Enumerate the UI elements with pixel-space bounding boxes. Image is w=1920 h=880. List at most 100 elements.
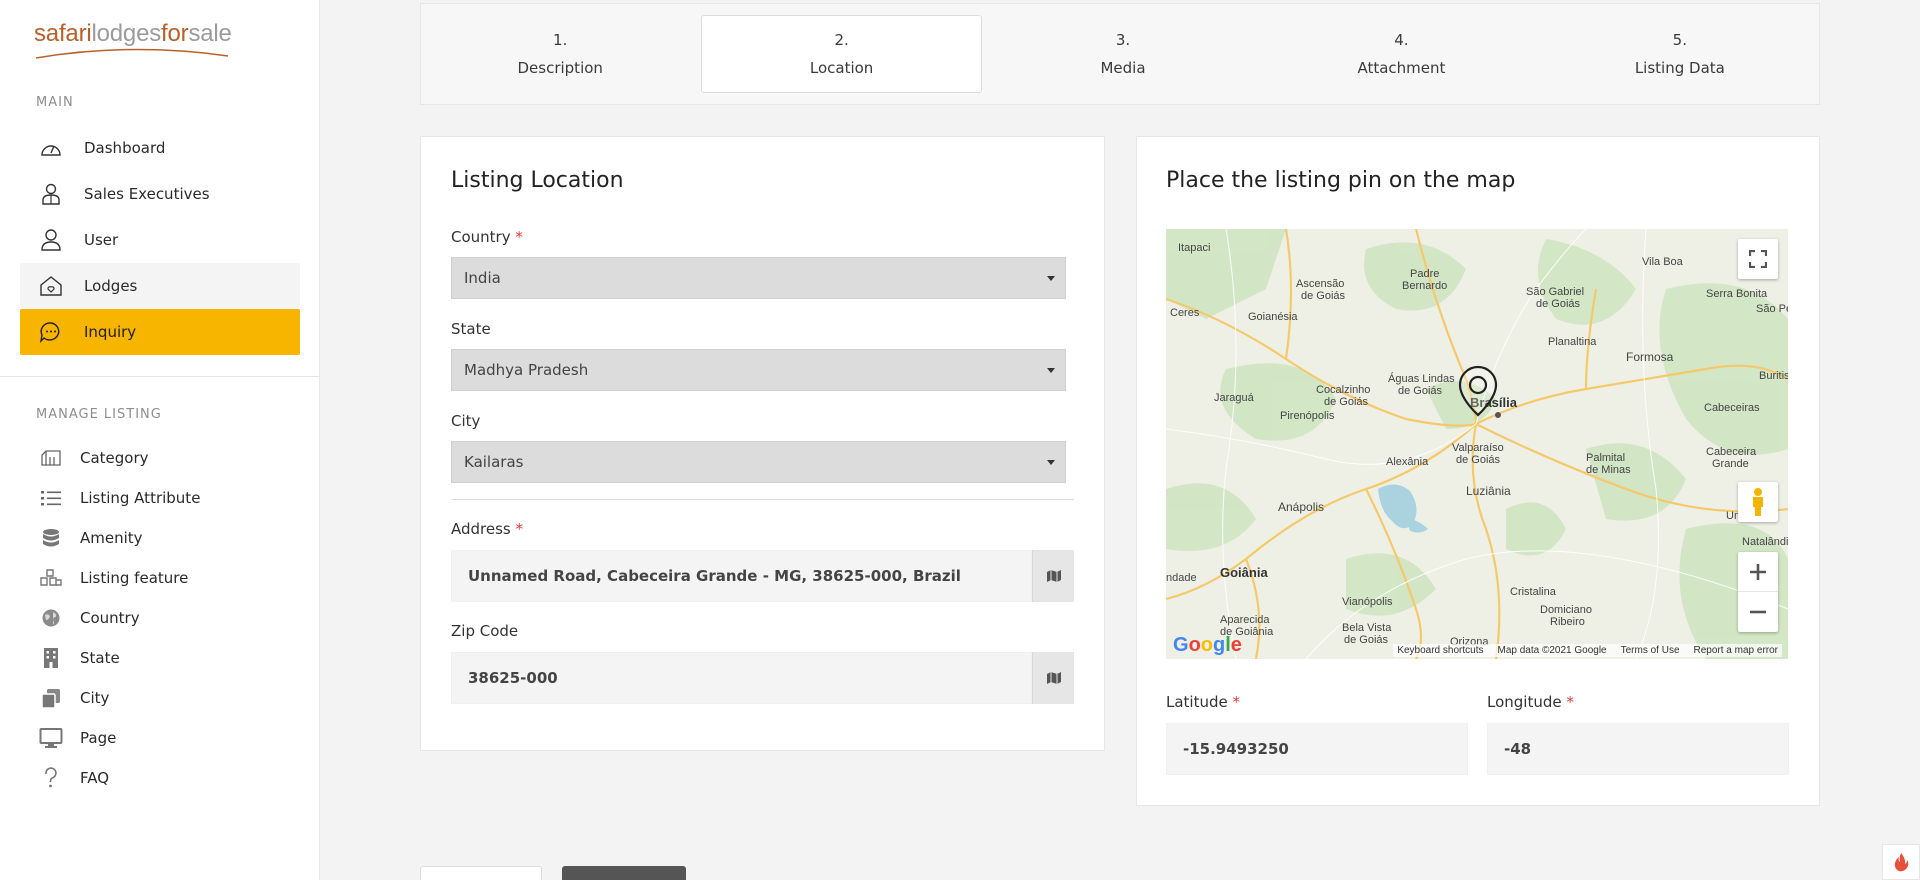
sidebar-item-label: City	[80, 689, 110, 707]
latitude-label-text: Latitude	[1166, 693, 1228, 711]
monitor-icon	[38, 725, 64, 751]
step-listing-data[interactable]: 5. Listing Data	[1541, 15, 1819, 93]
svg-text:Grande: Grande	[1712, 458, 1749, 470]
cubes-icon	[38, 565, 64, 591]
zoom-in-button[interactable]	[1738, 552, 1778, 592]
address-label-text: Address	[451, 520, 511, 538]
step-label: Attachment	[1357, 59, 1446, 77]
required-mark: *	[1566, 693, 1574, 711]
map-icon	[1046, 672, 1061, 684]
step-attachment[interactable]: 4. Attachment	[1262, 15, 1540, 93]
sidebar-item-amenity[interactable]: Amenity	[20, 518, 300, 558]
sidebar-item-lodges[interactable]: Lodges	[20, 263, 300, 309]
sidebar-item-sales-executives[interactable]: Sales Executives	[20, 171, 300, 217]
step-label: Location	[809, 59, 874, 77]
latitude-input[interactable]: -15.9493250	[1166, 723, 1468, 775]
svg-text:Bela Vista: Bela Vista	[1342, 622, 1392, 634]
map-icon	[1046, 570, 1061, 582]
previous-button[interactable]	[420, 866, 542, 880]
svg-text:de Goiás: de Goiás	[1301, 290, 1346, 302]
zoom-out-button[interactable]	[1738, 592, 1778, 632]
fullscreen-button[interactable]	[1738, 239, 1778, 279]
required-mark: *	[515, 228, 523, 246]
chat-bubble-icon	[38, 319, 64, 345]
caret-down-icon	[1047, 460, 1055, 465]
svg-text:Pirenópolis: Pirenópolis	[1280, 410, 1335, 422]
longitude-label-text: Longitude	[1487, 693, 1562, 711]
sidebar-item-dashboard[interactable]: Dashboard	[20, 125, 300, 171]
sidebar-item-page[interactable]: Page	[20, 718, 300, 758]
google-logo[interactable]: Google	[1173, 634, 1242, 657]
svg-text:Ascensão: Ascensão	[1296, 278, 1344, 290]
city-select-value: Kailaras	[464, 453, 524, 471]
sidebar-item-label: State	[80, 649, 120, 667]
address-input[interactable]: Unnamed Road, Cabeceira Grande - MG, 386…	[451, 550, 1032, 602]
zip-code-label: Zip Code	[451, 622, 519, 640]
brand-part-4: sale	[188, 20, 232, 47]
fullscreen-icon	[1749, 250, 1767, 268]
city-select[interactable]: Kailaras	[451, 441, 1066, 483]
svg-text:Vila Boa: Vila Boa	[1642, 256, 1684, 268]
zip-code-map-button[interactable]	[1032, 652, 1074, 704]
sales-executive-icon	[38, 181, 64, 207]
question-icon	[38, 765, 64, 791]
state-select[interactable]: Madhya Pradesh	[451, 349, 1066, 391]
step-location[interactable]: 2. Location	[701, 15, 982, 93]
sidebar-item-category[interactable]: Category	[20, 438, 300, 478]
sidebar-item-label: Country	[80, 609, 140, 627]
main-nav: Dashboard Sales Executives User Lodges I…	[20, 125, 300, 355]
sidebar-item-faq[interactable]: FAQ	[20, 758, 300, 798]
caret-down-icon	[1047, 368, 1055, 373]
step-media[interactable]: 3. Media	[984, 15, 1262, 93]
sidebar-item-listing-feature[interactable]: Listing feature	[20, 558, 300, 598]
svg-text:Aparecida: Aparecida	[1220, 614, 1270, 626]
sidebar-item-country[interactable]: Country	[20, 598, 300, 638]
report-map-error-link[interactable]: Report a map error	[1694, 645, 1778, 656]
sidebar-item-inquiry[interactable]: Inquiry	[20, 309, 300, 355]
fire-widget-button[interactable]	[1882, 844, 1920, 880]
form-divider	[451, 499, 1074, 500]
next-button[interactable]	[562, 866, 686, 880]
svg-text:Formosa: Formosa	[1626, 350, 1674, 364]
svg-text:Jaraguá: Jaraguá	[1214, 392, 1255, 404]
country-label: Country *	[451, 228, 523, 246]
logo-swoosh-icon	[35, 48, 229, 59]
country-select[interactable]: India	[451, 257, 1066, 299]
svg-text:Serra Bonita: Serra Bonita	[1706, 288, 1768, 300]
step-description[interactable]: 1. Description	[421, 15, 699, 93]
svg-text:Padre: Padre	[1410, 268, 1439, 280]
svg-text:Cabeceira: Cabeceira	[1706, 446, 1757, 458]
sidebar-item-listing-attribute[interactable]: Listing Attribute	[20, 478, 300, 518]
street-view-pegman[interactable]	[1738, 482, 1778, 522]
sidebar-item-label: Dashboard	[84, 139, 166, 157]
svg-text:Goiânia: Goiânia	[1220, 565, 1268, 580]
sidebar-item-state[interactable]: State	[20, 638, 300, 678]
address-map-button[interactable]	[1032, 550, 1074, 602]
brand-logo[interactable]: safarilodgesforsale	[34, 20, 232, 48]
longitude-label: Longitude *	[1487, 693, 1574, 711]
svg-text:Ribeiro: Ribeiro	[1550, 616, 1585, 628]
step-label: Description	[517, 59, 603, 77]
google-map[interactable]: Itapaci Ascensão de Goiás Padre Bernardo…	[1166, 229, 1788, 659]
svg-text:Anápolis: Anápolis	[1278, 500, 1324, 514]
sidebar-item-city[interactable]: City	[20, 678, 300, 718]
svg-text:Cocalzinho: Cocalzinho	[1316, 384, 1370, 396]
category-icon	[38, 445, 64, 471]
step-label: Media	[1100, 59, 1146, 77]
svg-text:de Goiás: de Goiás	[1456, 454, 1501, 466]
sidebar-item-label: Amenity	[80, 529, 143, 547]
svg-text:Bernardo: Bernardo	[1402, 280, 1447, 292]
sidebar-item-user[interactable]: User	[20, 217, 300, 263]
latitude-label: Latitude *	[1166, 693, 1240, 711]
zip-code-input[interactable]: 38625-000	[451, 652, 1032, 704]
terms-of-use-link[interactable]: Terms of Use	[1621, 645, 1680, 656]
address-label: Address *	[451, 520, 523, 538]
svg-text:Alexânia: Alexânia	[1386, 456, 1429, 468]
map-tiles: Itapaci Ascensão de Goiás Padre Bernardo…	[1166, 229, 1788, 659]
longitude-input[interactable]: -48	[1487, 723, 1789, 775]
svg-text:Cabeceiras: Cabeceiras	[1704, 402, 1760, 414]
svg-text:Planaltina: Planaltina	[1548, 336, 1597, 348]
keyboard-shortcuts-link[interactable]: Keyboard shortcuts	[1397, 645, 1483, 656]
state-label: State	[451, 320, 491, 338]
step-number: 1.	[553, 31, 568, 49]
